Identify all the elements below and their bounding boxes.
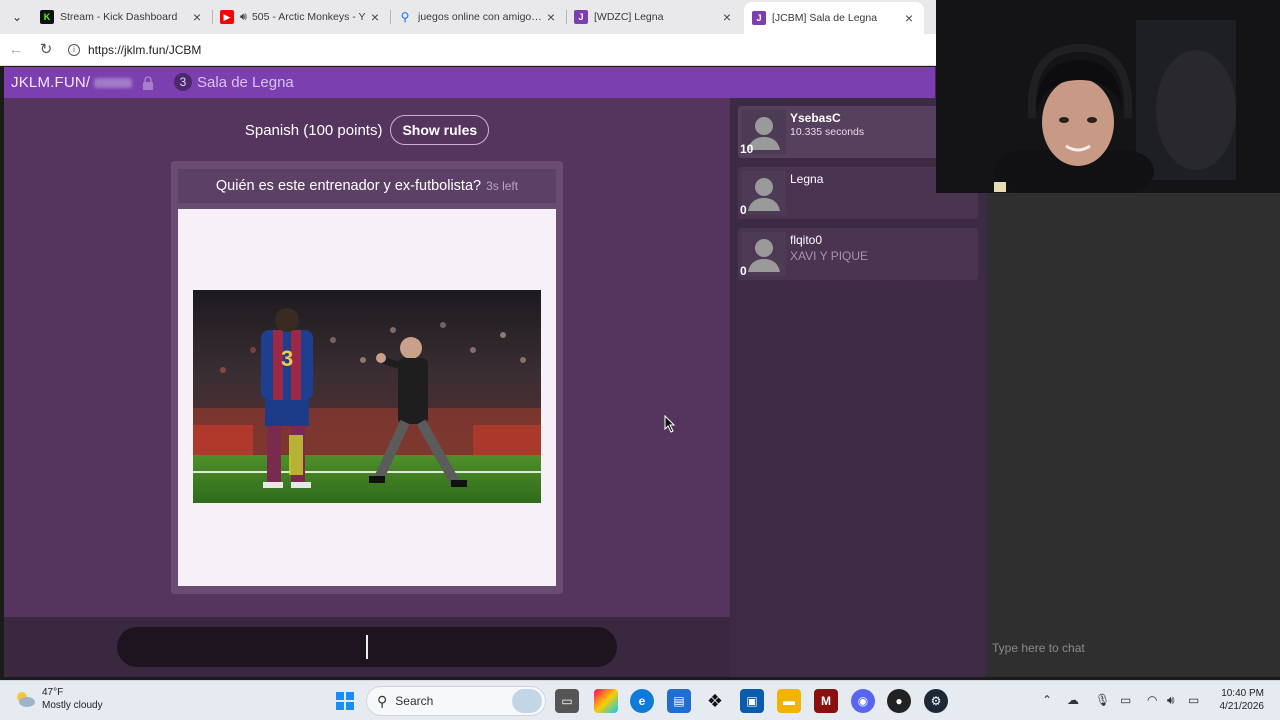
- text-caret: [366, 635, 368, 659]
- url-field[interactable]: i https://jklm.fun/JCBM: [68, 38, 928, 62]
- reload-icon[interactable]: ↻: [36, 40, 56, 60]
- weather-widget[interactable]: 47°F Mostly cloudy: [14, 686, 103, 712]
- game-area: Spanish (100 points) Show rules Quién es…: [4, 98, 730, 617]
- task-view-icon[interactable]: ▭: [555, 689, 579, 713]
- chat-input[interactable]: [986, 633, 1280, 663]
- svg-text:3: 3: [281, 346, 293, 371]
- copilot-icon[interactable]: [594, 689, 618, 713]
- search-icon: ⚲: [400, 10, 410, 24]
- question-bar: Quién es este entrenador y ex-futbolista…: [178, 169, 556, 203]
- app-icon[interactable]: ▣: [740, 689, 764, 713]
- mouse-cursor-icon: [664, 415, 676, 433]
- player-time: 10.335 seconds: [790, 126, 865, 138]
- weather-temp: 47°F: [42, 687, 64, 698]
- tab-title: Stream - Kick Dashboard: [60, 11, 178, 23]
- show-hidden-icons-chevron-icon[interactable]: ⌃: [1042, 693, 1052, 707]
- rule-line: Spanish (100 points) Show rules: [4, 115, 730, 145]
- clock-date: 4/21/2026: [1219, 701, 1265, 712]
- close-tab-icon[interactable]: ×: [190, 9, 204, 25]
- player-name: Legna: [790, 172, 824, 186]
- clock-time: 10:40 PM: [1221, 688, 1264, 699]
- speaker-icon[interactable]: 🔊︎: [240, 11, 247, 24]
- display-icon[interactable]: ▭: [1120, 693, 1131, 707]
- room-topbar: JKLM.FUN/ 3 Sala de Legna: [4, 67, 935, 98]
- football-photo: 3: [193, 290, 541, 503]
- store-icon[interactable]: ▤: [667, 689, 691, 713]
- microphone-icon[interactable]: 🎙︎: [1095, 693, 1110, 707]
- user-icon: [748, 239, 780, 272]
- player-card[interactable]: 0 flqito0 XAVI Y PIQUE: [738, 228, 978, 280]
- kick-icon: K: [40, 10, 54, 24]
- obs-icon[interactable]: ●: [887, 689, 911, 713]
- wifi-icon[interactable]: ◠: [1147, 693, 1157, 707]
- player-score: 0: [740, 264, 747, 278]
- tab-title: [JCBM] Sala de Legna: [772, 12, 878, 24]
- dropbox-icon[interactable]: ❖: [703, 689, 727, 713]
- streamer-webcam: [936, 0, 1280, 193]
- player-guess: XAVI Y PIQUE: [790, 249, 869, 263]
- windows-start-icon[interactable]: [333, 689, 357, 713]
- tab-search[interactable]: ⚲ juegos online con amigos - S ×: [390, 2, 566, 32]
- streaming-app-icon[interactable]: M: [814, 689, 838, 713]
- system-clock[interactable]: 10:40 PM 4/21/2026: [1210, 687, 1265, 713]
- player-name: YsebasC: [790, 111, 841, 125]
- avatar: [742, 232, 786, 276]
- url-text: https://jklm.fun/JCBM: [88, 43, 202, 57]
- windows-taskbar: 47°F Mostly cloudy ⚲ Search ▭ e ▤ ❖ ▣ ▬ …: [0, 680, 1280, 720]
- steam-icon[interactable]: ⚙: [924, 689, 948, 713]
- site-info-icon[interactable]: i: [68, 44, 80, 56]
- user-icon: [748, 178, 780, 211]
- volume-icon[interactable]: 🔊︎: [1167, 693, 1175, 708]
- search-highlight-icon[interactable]: [512, 689, 542, 713]
- show-rules-button[interactable]: Show rules: [390, 115, 490, 145]
- lock-icon: [143, 76, 153, 90]
- tab-title: [WDZC] Legna: [594, 11, 664, 23]
- time-left: 3s left: [486, 179, 519, 193]
- tab-jcbm-sala-de-legna[interactable]: J [JCBM] Sala de Legna ×: [744, 2, 924, 34]
- webcam-overlay: [936, 0, 1280, 193]
- close-tab-icon[interactable]: ×: [544, 9, 558, 25]
- weather-desc: Mostly cloudy: [42, 700, 103, 711]
- tab-title: juegos online con amigos - S: [418, 11, 544, 23]
- onedrive-cloud-icon[interactable]: ☁: [1067, 693, 1079, 707]
- jklm-icon: J: [574, 10, 588, 24]
- jklm-icon: J: [752, 11, 766, 25]
- blurred-room-code: [94, 78, 132, 88]
- close-tab-icon[interactable]: ×: [368, 9, 382, 25]
- player-count-badge: 3: [174, 73, 192, 91]
- close-tab-icon[interactable]: ×: [720, 9, 734, 25]
- tab-wdzc-legna[interactable]: J [WDZC] Legna ×: [566, 2, 742, 32]
- tab-list-chevron-icon[interactable]: ⌄: [6, 6, 28, 28]
- tab-title: 505 - Arctic Monkeys - Y: [251, 11, 366, 23]
- player-score: 10: [740, 142, 754, 156]
- question-image-frame: 3: [178, 209, 556, 586]
- player-score: 0: [740, 203, 747, 217]
- address-bar: ← ↻ i https://jklm.fun/JCBM: [0, 34, 936, 66]
- search-icon: ⚲: [377, 692, 388, 709]
- battery-icon[interactable]: ▭: [1188, 693, 1199, 707]
- question-text: Quién es este entrenador y ex-futbolista…: [215, 178, 482, 194]
- youtube-icon: ▶: [220, 10, 234, 24]
- brand-link[interactable]: JKLM.FUN/: [11, 74, 90, 91]
- rule-text: Spanish (100 points): [244, 121, 383, 139]
- search-label: Search: [395, 694, 434, 708]
- file-explorer-icon[interactable]: ▬: [777, 689, 801, 713]
- browser-tab-strip: ⌄ K Stream - Kick Dashboard × ▶ 🔊︎ 505 -…: [0, 0, 936, 34]
- back-arrow-icon[interactable]: ←: [6, 40, 26, 60]
- chat-panel: [986, 193, 1280, 677]
- tab-youtube[interactable]: ▶ 🔊︎ 505 - Arctic Monkeys - Y ×: [212, 2, 390, 32]
- room-name: Sala de Legna: [197, 74, 294, 91]
- answer-bar: [4, 617, 730, 677]
- question-panel: Quién es este entrenador y ex-futbolista…: [171, 161, 563, 594]
- close-tab-icon[interactable]: ×: [902, 10, 916, 26]
- player-name: flqito0: [790, 233, 823, 247]
- discord-icon[interactable]: ◉: [851, 689, 875, 713]
- avatar: [742, 171, 786, 215]
- edge-icon[interactable]: e: [630, 689, 654, 713]
- tab-kick-dashboard[interactable]: K Stream - Kick Dashboard ×: [32, 2, 212, 32]
- cloudy-weather-icon: [17, 692, 35, 707]
